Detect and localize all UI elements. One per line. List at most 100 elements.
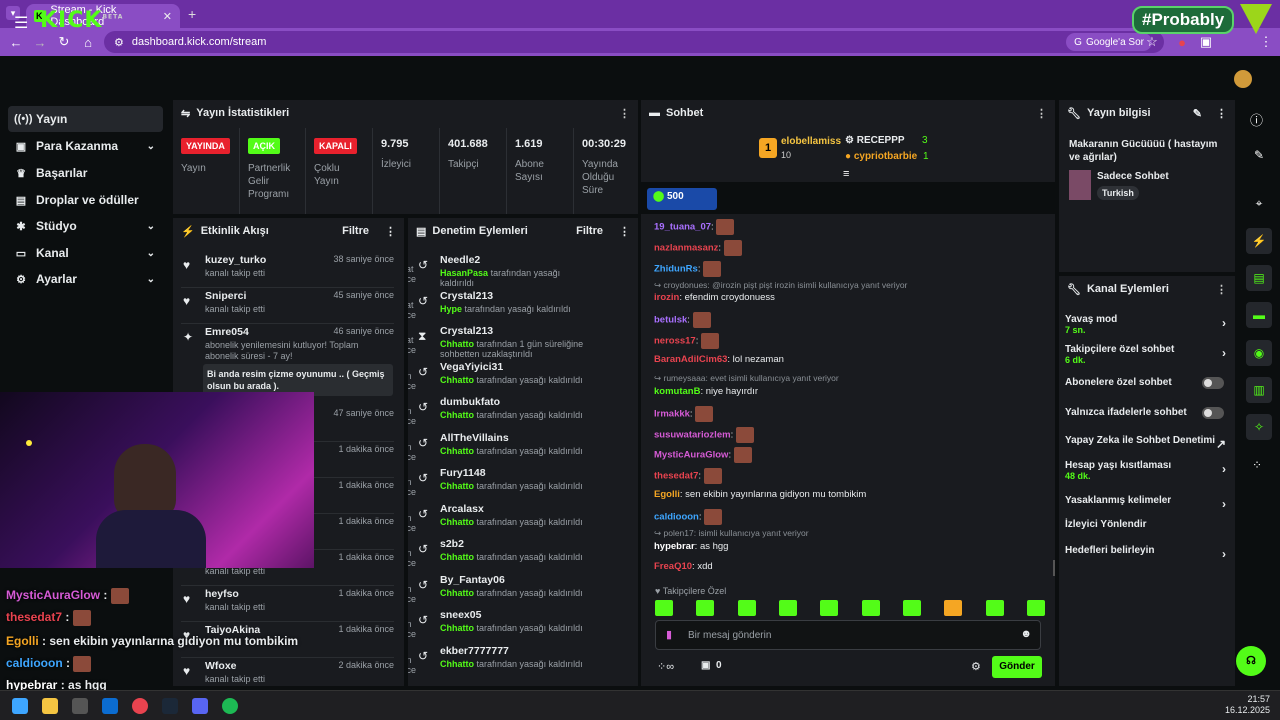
sidebar-item-yayin[interactable]: ((•)) Yayın [8,106,163,132]
moderation-header: ▤ Denetim Eylemleri Filtre ⋮ [416,225,630,238]
moderation-panel: ▤ Denetim Eylemleri Filtre ⋮ ↺ Needle2 Hasa… [408,218,638,686]
emote-icon[interactable] [902,600,921,616]
emote-icon[interactable] [737,600,756,616]
emote-icon[interactable] [778,600,797,616]
user-avatar[interactable] [1234,70,1252,88]
emote-icon[interactable] [944,600,963,616]
chat-icon[interactable]: ▬ [1246,302,1272,328]
more-options-icon[interactable]: ⋮ [385,225,396,238]
chat-scrollbar[interactable] [1053,560,1055,576]
stat-uptime: 00:30:29 Yayında Olduğu Süre [582,138,627,196]
undo-icon: ↺ [418,400,429,414]
windows-start-icon[interactable] [12,698,28,714]
channel-action-item[interactable]: Yalnızca ifadelerle sohbet [1065,407,1230,419]
new-tab-icon[interactable]: + [188,6,196,22]
heart-icon: ♥ [183,258,191,272]
mic-icon[interactable]: ▮ [666,628,672,641]
kicks-counter[interactable]: ⬤ 500 [647,188,717,210]
leader-name[interactable]: elobellamiss [781,136,841,147]
outlook-icon[interactable] [102,698,118,714]
channel-action-item[interactable]: İzleyici Yönlendir [1065,519,1230,530]
collapse-icon[interactable]: ≡ [843,168,849,180]
channel-action-item[interactable]: Hesap yaşı kısıtlaması 48 dk. › [1065,460,1230,481]
sidebar-item-kanal[interactable]: ▭ Kanal ⌄ [8,240,163,266]
sidebar-item-studyo[interactable]: ✱ Stüdyo ⌄ [8,213,163,239]
gift-counter[interactable]: ▣ 0 [701,660,722,671]
forward-icon[interactable]: → [28,35,52,50]
tag-badge[interactable]: Turkish [1097,186,1139,200]
emoji-icon[interactable]: ☻ [1020,628,1032,640]
document-icon[interactable]: ▤ [1246,265,1272,291]
chrome-icon[interactable] [132,698,148,714]
emote-icon[interactable] [985,600,1004,616]
category-thumbnail[interactable] [1069,170,1091,200]
kick-logo[interactable]: KICKBETA [40,8,123,33]
hamburger-menu-icon[interactable]: ☰ [14,13,28,33]
channel-action-item[interactable]: Yasaklanmış kelimeler › [1065,495,1230,511]
chat-input[interactable]: ▮ Bir mesaj gönderin ☻ [655,620,1041,650]
bookmark-star-icon[interactable]: ☆ [1140,34,1164,50]
emote-icon[interactable] [1026,600,1045,616]
discord-icon[interactable] [192,698,208,714]
more-options-icon[interactable]: ⋮ [619,107,630,120]
extensions-puzzle-icon[interactable]: ▣ [1194,34,1218,50]
steam-icon[interactable] [162,698,178,714]
google-ask-label: Google'a Sor [1085,36,1144,48]
emote-icon[interactable] [820,600,839,616]
terminal-icon[interactable] [72,698,88,714]
channel-action-item[interactable]: Yapay Zeka ile Sohbet Denetimi ↗ [1065,435,1230,451]
more-options-icon[interactable]: ⋮ [619,225,630,238]
pencil-icon[interactable]: ✎ [1246,142,1272,168]
studio-icon: ✱ [16,220,26,233]
clock[interactable]: 21:57 16.12.2025 [1225,694,1270,716]
sidebar-item-basarilar[interactable]: ♛ Başarılar [8,160,163,186]
emote-icon [735,427,754,443]
channel-action-item[interactable]: Hedefleri belirleyin › [1065,545,1230,561]
browser-menu-icon[interactable]: ⋮ [1254,34,1278,50]
add-widget-icon[interactable]: ⁘ [1252,458,1262,472]
more-options-icon[interactable]: ⋮ [1036,107,1047,120]
file-explorer-icon[interactable] [42,698,58,714]
leader-name[interactable]: ⚙ RECEPPP [845,135,905,146]
emote-icon[interactable] [696,600,715,616]
more-options-icon[interactable]: ⋮ [1216,107,1227,120]
close-tab-icon[interactable]: ✕ [163,10,172,23]
channel-action-item[interactable]: Abonelere özel sohbet [1065,377,1230,389]
sidebar-item-ayarlar[interactable]: ⚙ Ayarlar ⌄ [8,266,163,292]
chat-message: 19_tuana_07: [654,219,735,235]
activity-filter-button[interactable]: Filtre [342,225,369,237]
wrench-icon[interactable]: ✧ [1246,414,1272,440]
gift-icon: ▤ [15,194,27,207]
sidebar-item-para-kazanma[interactable]: ▣ Para Kazanma ⌄ [8,133,163,159]
bolt-icon[interactable]: ⚡ [1246,228,1272,254]
chat-points-icon[interactable]: ⁘∞ [657,660,674,673]
reload-icon[interactable]: ↻ [52,34,76,50]
edit-icon[interactable]: ✎ [1193,107,1202,120]
emote-icon[interactable] [861,600,880,616]
site-info-icon[interactable]: ⚙ [114,36,124,49]
info-icon[interactable]: ⓘ [1250,110,1263,129]
layout-icon[interactable]: ▥ [1246,377,1272,403]
channel-action-item[interactable]: Yavaş mod 7 sn. › [1065,314,1230,335]
more-options-icon[interactable]: ⋮ [1216,283,1227,296]
extension-icon[interactable]: ● [1170,35,1194,50]
help-support-icon[interactable]: ☊ [1236,646,1266,676]
focus-icon[interactable]: ⌖ [1246,190,1272,216]
spotify-icon[interactable] [222,698,238,714]
broadcast-icon[interactable]: ◉ [1246,340,1272,366]
leader-name[interactable]: ● cypriotbarbie [845,151,917,162]
category-name[interactable]: Sadece Sohbet [1097,171,1169,182]
emote-icon [704,509,723,525]
channel-action-item[interactable]: Takipçilere özel sohbet 6 dk. › [1065,344,1230,365]
moderation-filter-button[interactable]: Filtre [576,225,603,237]
undo-icon: ↺ [418,613,429,627]
send-button[interactable]: Gönder [992,656,1042,678]
back-icon[interactable]: ← [4,35,28,50]
chat-settings-icon[interactable]: ⚙ [971,660,981,673]
address-bar[interactable]: ⚙ dashboard.kick.com/stream G Google'a S… [104,31,1164,53]
heart-icon: ♥ [183,294,191,308]
sidebar-item-droplar[interactable]: ▤ Droplar ve ödüller [8,187,163,213]
emote-icon[interactable] [655,600,673,616]
home-icon[interactable]: ⌂ [76,35,100,50]
chat-message: komutanB: niye hayırdır [654,386,759,397]
